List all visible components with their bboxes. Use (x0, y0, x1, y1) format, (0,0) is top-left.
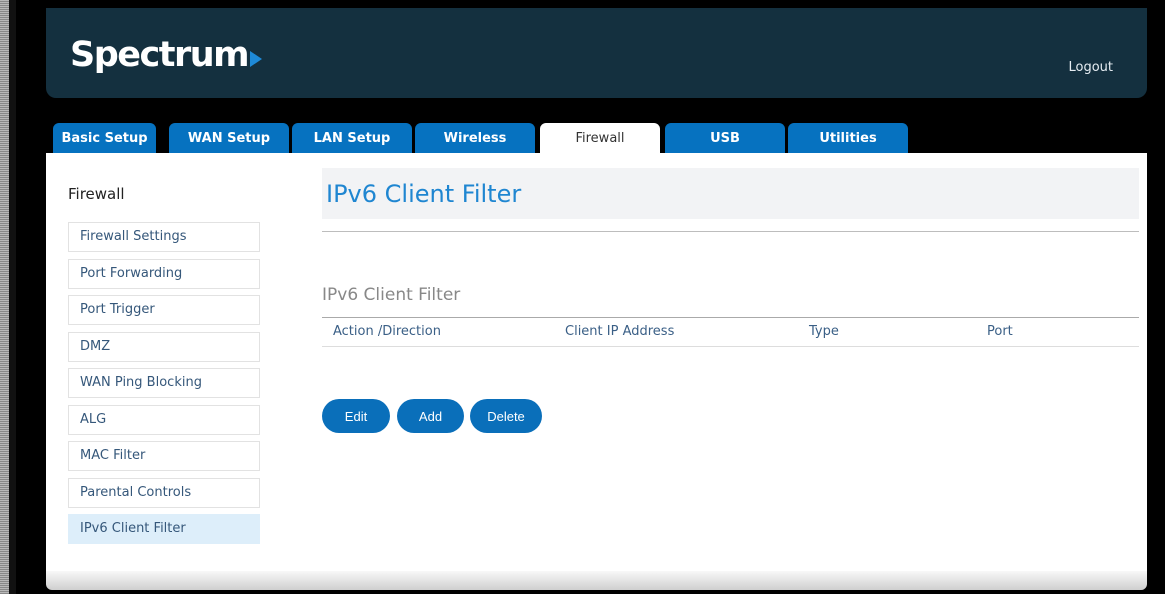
sidebar-item-port-forwarding[interactable]: Port Forwarding (68, 259, 260, 289)
tab-wireless[interactable]: Wireless (415, 123, 535, 153)
tab-wan-setup[interactable]: WAN Setup (169, 123, 289, 153)
tab-usb[interactable]: USB (665, 123, 785, 153)
bottom-bar (46, 571, 1147, 590)
sidebar-item-mac-filter[interactable]: MAC Filter (68, 441, 260, 471)
tab-basic-setup[interactable]: Basic Setup (53, 123, 156, 153)
sidebar-item-parental-controls[interactable]: Parental Controls (68, 478, 260, 508)
add-button[interactable]: Add (397, 399, 464, 433)
delete-button[interactable]: Delete (470, 399, 542, 433)
window-edge (0, 0, 16, 594)
table-bottom-rule (322, 346, 1139, 347)
page-title-box: IPv6 Client Filter (322, 168, 1139, 219)
column-header-action-direction: Action /Direction (333, 324, 441, 339)
title-divider (322, 231, 1139, 232)
sidebar-item-wan-ping-blocking[interactable]: WAN Ping Blocking (68, 368, 260, 398)
sidebar-item-dmz[interactable]: DMZ (68, 332, 260, 362)
tab-utilities[interactable]: Utilities (788, 123, 908, 153)
sidebar-item-ipv6-client-filter[interactable]: IPv6 Client Filter (68, 514, 260, 544)
tab-lan-setup[interactable]: LAN Setup (292, 123, 412, 153)
table-top-rule (322, 317, 1139, 318)
sidebar-item-port-trigger[interactable]: Port Trigger (68, 295, 260, 325)
spectrum-logo[interactable]: Spectrum (70, 35, 263, 75)
content-panel: Firewall Firewall Settings Port Forwardi… (46, 153, 1147, 571)
sidebar-title: Firewall (68, 185, 125, 203)
logo-text: Spectrum (70, 35, 250, 75)
page-title: IPv6 Client Filter (326, 180, 522, 208)
tab-firewall[interactable]: Firewall (540, 123, 660, 153)
column-header-type: Type (809, 324, 839, 339)
column-header-port: Port (987, 324, 1013, 339)
logo-arrow-icon (250, 50, 263, 67)
logout-link[interactable]: Logout (1068, 60, 1113, 75)
sidebar-item-firewall-settings[interactable]: Firewall Settings (68, 222, 260, 252)
sidebar-item-alg[interactable]: ALG (68, 405, 260, 435)
section-title: IPv6 Client Filter (322, 285, 461, 305)
edit-button[interactable]: Edit (322, 399, 390, 433)
header-bar: Spectrum Logout (46, 8, 1147, 98)
main-tabs: Basic Setup WAN Setup LAN Setup Wireless… (46, 123, 1147, 153)
column-header-client-ip-address: Client IP Address (565, 324, 675, 339)
